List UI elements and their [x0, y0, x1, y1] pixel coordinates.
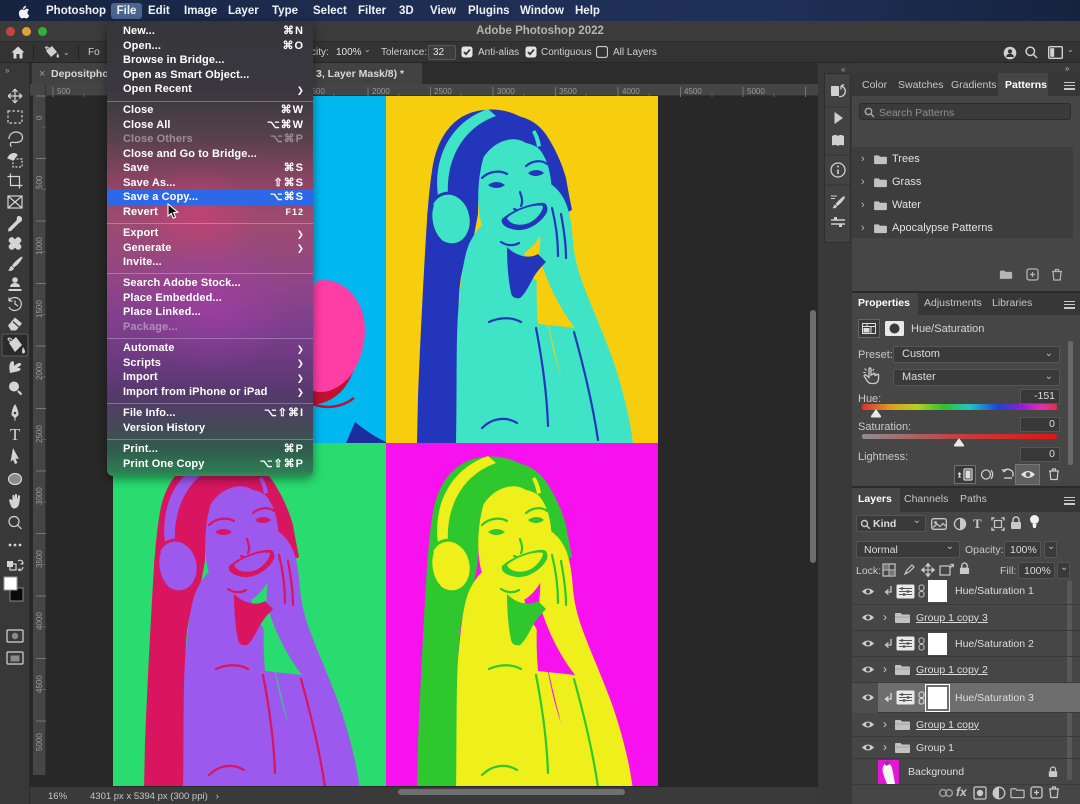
svg-text:2000: 2000	[35, 362, 44, 380]
svg-text:2000: 2000	[372, 87, 390, 96]
svg-text:0: 0	[35, 115, 44, 120]
svg-text:2500: 2500	[434, 87, 452, 96]
svg-text:5000: 5000	[747, 87, 765, 96]
svg-text:5000: 5000	[35, 733, 44, 751]
svg-text:3500: 3500	[35, 550, 44, 568]
svg-text:4000: 4000	[622, 87, 640, 96]
svg-text:3000: 3000	[35, 487, 44, 505]
svg-text:2500: 2500	[35, 425, 44, 443]
svg-text:1000: 1000	[35, 237, 44, 255]
svg-text:500: 500	[35, 175, 44, 189]
svg-text:4500: 4500	[35, 675, 44, 693]
svg-text:3000: 3000	[497, 87, 515, 96]
svg-text:T: T	[10, 425, 21, 444]
svg-text:1500: 1500	[35, 300, 44, 318]
svg-text:3500: 3500	[559, 87, 577, 96]
svg-text:500: 500	[57, 87, 71, 96]
svg-text:4000: 4000	[35, 612, 44, 630]
svg-text:4500: 4500	[684, 87, 702, 96]
